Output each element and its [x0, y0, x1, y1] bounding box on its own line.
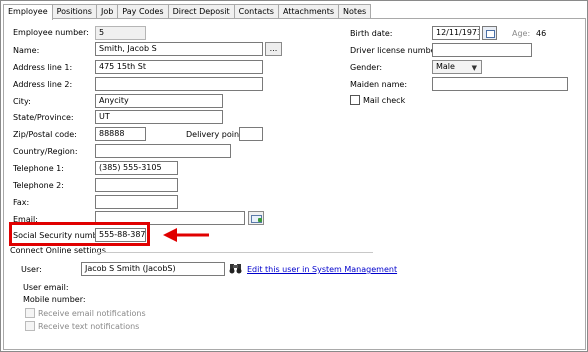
- state-field[interactable]: UT: [95, 110, 223, 124]
- telephone1-field[interactable]: (385) 555-3105: [95, 161, 178, 175]
- birth-date-field[interactable]: 12/11/1973: [432, 26, 480, 40]
- maiden-name-label: Maiden name:: [350, 80, 408, 89]
- name-field[interactable]: Smith, Jacob S: [95, 42, 263, 56]
- zip-field[interactable]: 88888: [95, 127, 146, 141]
- binoculars-icon[interactable]: [229, 262, 243, 274]
- telephone2-label: Telephone 2:: [13, 181, 64, 190]
- user-field: Jacob S Smith (JacobS): [81, 262, 225, 276]
- tab-strip: Employee Positions Job Pay Codes Direct …: [3, 4, 372, 20]
- receive-email-checkbox[interactable]: [25, 308, 35, 318]
- age-label: Age:: [512, 29, 531, 38]
- gender-label: Gender:: [350, 63, 383, 72]
- employee-tab-panel: [3, 18, 586, 350]
- tab-pay-codes[interactable]: Pay Codes: [117, 4, 169, 19]
- user-label: User:: [21, 265, 42, 274]
- fax-label: Fax:: [13, 198, 30, 207]
- gender-selected-value: Male: [436, 62, 455, 71]
- telephone1-label: Telephone 1:: [13, 164, 64, 173]
- user-email-label: User email:: [23, 283, 69, 292]
- section-divider: [93, 252, 373, 253]
- receive-text-label: Receive text notifications: [38, 322, 140, 331]
- send-email-icon[interactable]: [248, 211, 264, 225]
- address2-label: Address line 2:: [13, 80, 73, 89]
- chevron-down-icon: ▼: [471, 64, 477, 72]
- fax-field[interactable]: [95, 195, 178, 209]
- city-field[interactable]: Anycity: [95, 94, 223, 108]
- employee-number-field: 5: [95, 26, 146, 40]
- red-arrow-icon: [163, 228, 209, 242]
- delivery-point-field[interactable]: [239, 127, 263, 141]
- country-label: Country/Region:: [13, 147, 78, 156]
- address2-field[interactable]: [95, 77, 263, 91]
- connect-online-section-title: Connect Online settings: [10, 246, 106, 255]
- mobile-number-label: Mobile number:: [23, 295, 86, 304]
- tab-direct-deposit[interactable]: Direct Deposit: [167, 4, 235, 19]
- ssn-highlight-box: [9, 222, 150, 246]
- delivery-point-label: Delivery point:: [186, 130, 245, 139]
- calendar-icon[interactable]: [482, 26, 497, 40]
- state-label: State/Province:: [13, 113, 74, 122]
- age-value: 46: [536, 29, 547, 38]
- country-field[interactable]: [95, 144, 231, 158]
- receive-text-checkbox[interactable]: [25, 321, 35, 331]
- tab-positions[interactable]: Positions: [51, 4, 97, 19]
- telephone2-field[interactable]: [95, 178, 178, 192]
- edit-user-link[interactable]: Edit this user in System Management: [247, 265, 397, 275]
- name-details-button[interactable]: ...: [265, 42, 282, 56]
- tab-notes[interactable]: Notes: [338, 4, 372, 19]
- name-label: Name:: [13, 46, 40, 55]
- tab-employee[interactable]: Employee: [3, 4, 53, 20]
- tab-job[interactable]: Job: [95, 4, 119, 19]
- employee-window: Employee Positions Job Pay Codes Direct …: [0, 0, 588, 352]
- address1-label: Address line 1:: [13, 63, 73, 72]
- receive-email-label: Receive email notifications: [38, 309, 146, 318]
- tab-contacts[interactable]: Contacts: [233, 4, 279, 19]
- maiden-name-field[interactable]: [432, 77, 568, 91]
- zip-label: Zip/Postal code:: [13, 130, 77, 139]
- mail-check-label: Mail check: [363, 96, 406, 105]
- birth-date-label: Birth date:: [350, 29, 393, 38]
- mail-check-checkbox[interactable]: [350, 95, 360, 105]
- driver-license-label: Driver license number:: [350, 46, 442, 55]
- employee-number-label: Employee number:: [13, 28, 89, 37]
- driver-license-field[interactable]: [432, 43, 532, 57]
- address1-field[interactable]: 475 15th St: [95, 60, 263, 74]
- tab-attachments[interactable]: Attachments: [277, 4, 340, 19]
- gender-select[interactable]: Male ▼: [432, 60, 482, 74]
- city-label: City:: [13, 97, 31, 106]
